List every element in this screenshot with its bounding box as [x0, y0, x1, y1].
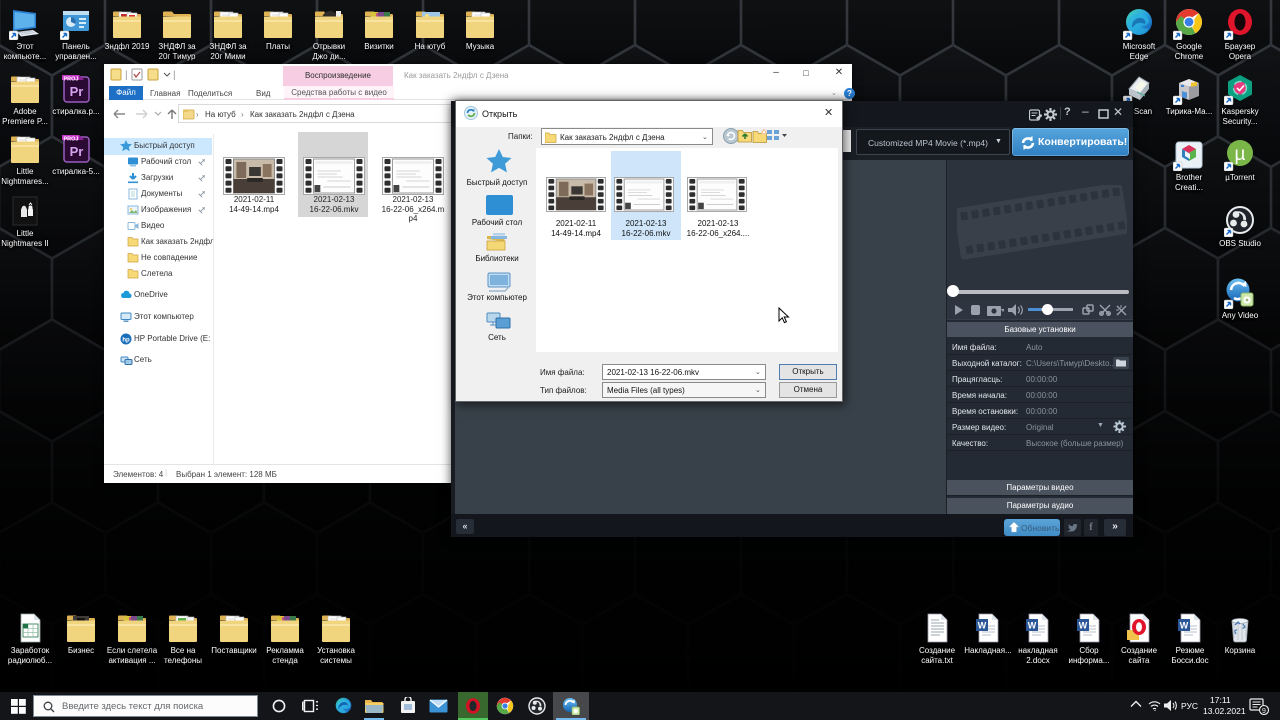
svg-text:W: W [1180, 621, 1189, 631]
svg-text:Pr: Pr [70, 144, 84, 159]
svg-text:|: | [173, 70, 176, 81]
svg-text:PROJ: PROJ [64, 137, 79, 143]
svg-text:W: W [1079, 621, 1088, 631]
svg-text:PROJ: PROJ [64, 77, 79, 83]
svg-text:µ: µ [1235, 144, 1246, 165]
svg-text:9: 9 [1262, 708, 1266, 715]
svg-text:hp: hp [122, 338, 130, 344]
svg-text:W: W [1028, 621, 1037, 631]
svg-text:W: W [978, 621, 987, 631]
svg-text:|: | [125, 70, 128, 81]
svg-text:Pr: Pr [70, 84, 84, 99]
